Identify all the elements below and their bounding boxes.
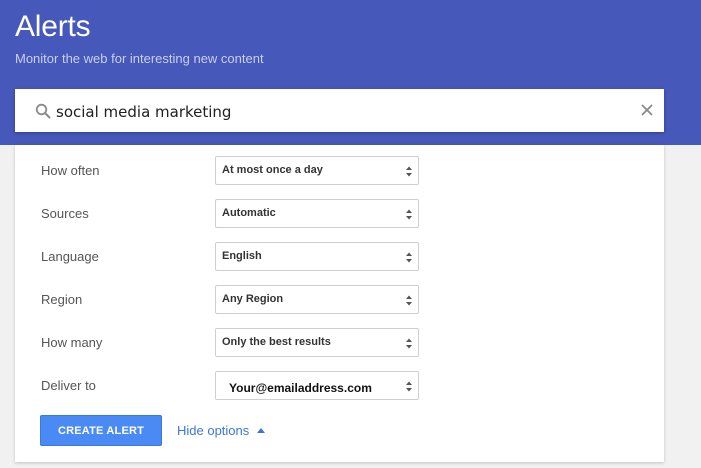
select-arrows-icon [406, 166, 412, 177]
language-value: English [222, 250, 262, 262]
deliver-to-value: Your@emailaddress.com [229, 381, 372, 395]
option-row-region: Region Any Region [15, 285, 664, 315]
select-arrows-icon [406, 252, 412, 263]
select-arrows-icon [406, 209, 412, 220]
page-title: Alerts [15, 10, 91, 43]
sources-value: Automatic [222, 207, 276, 219]
option-row-deliver-to: Deliver to Your@emailaddress.com [15, 371, 664, 401]
option-row-how-many: How many Only the best results [15, 328, 664, 358]
region-value: Any Region [222, 293, 284, 305]
region-select[interactable]: Any Region [215, 285, 419, 314]
sources-label: Sources [41, 206, 89, 221]
search-bar: social media marketing [15, 89, 664, 132]
language-select[interactable]: English [215, 242, 419, 271]
how-often-label: How often [41, 163, 100, 178]
select-arrows-icon [406, 338, 412, 349]
page-subtitle: Monitor the web for interesting new cont… [15, 51, 264, 66]
search-input[interactable]: social media marketing [56, 89, 616, 132]
caret-up-icon [257, 428, 266, 433]
option-row-language: Language English [15, 242, 664, 272]
how-often-select[interactable]: At most once a day [215, 156, 419, 185]
select-arrows-icon [406, 381, 412, 392]
deliver-to-label: Deliver to [41, 378, 96, 393]
option-row-sources: Sources Automatic [15, 199, 664, 229]
how-many-value: Only the best results [222, 336, 331, 348]
create-alert-button[interactable]: CREATE ALERT [40, 415, 162, 446]
how-many-label: How many [41, 335, 103, 350]
alert-options-panel: How often At most once a day Sources Aut… [15, 145, 664, 462]
hide-options-link[interactable]: Hide options [177, 415, 266, 446]
how-many-select[interactable]: Only the best results [215, 328, 419, 357]
option-row-how-often: How often At most once a day [15, 156, 664, 186]
close-icon[interactable] [640, 103, 654, 117]
language-label: Language [41, 249, 99, 264]
region-label: Region [41, 292, 83, 307]
how-often-value: At most once a day [222, 164, 323, 176]
search-icon [35, 103, 51, 119]
deliver-to-select[interactable]: Your@emailaddress.com [215, 371, 419, 400]
select-arrows-icon [406, 295, 412, 306]
hide-options-label: Hide options [177, 423, 250, 438]
sources-select[interactable]: Automatic [215, 199, 419, 228]
